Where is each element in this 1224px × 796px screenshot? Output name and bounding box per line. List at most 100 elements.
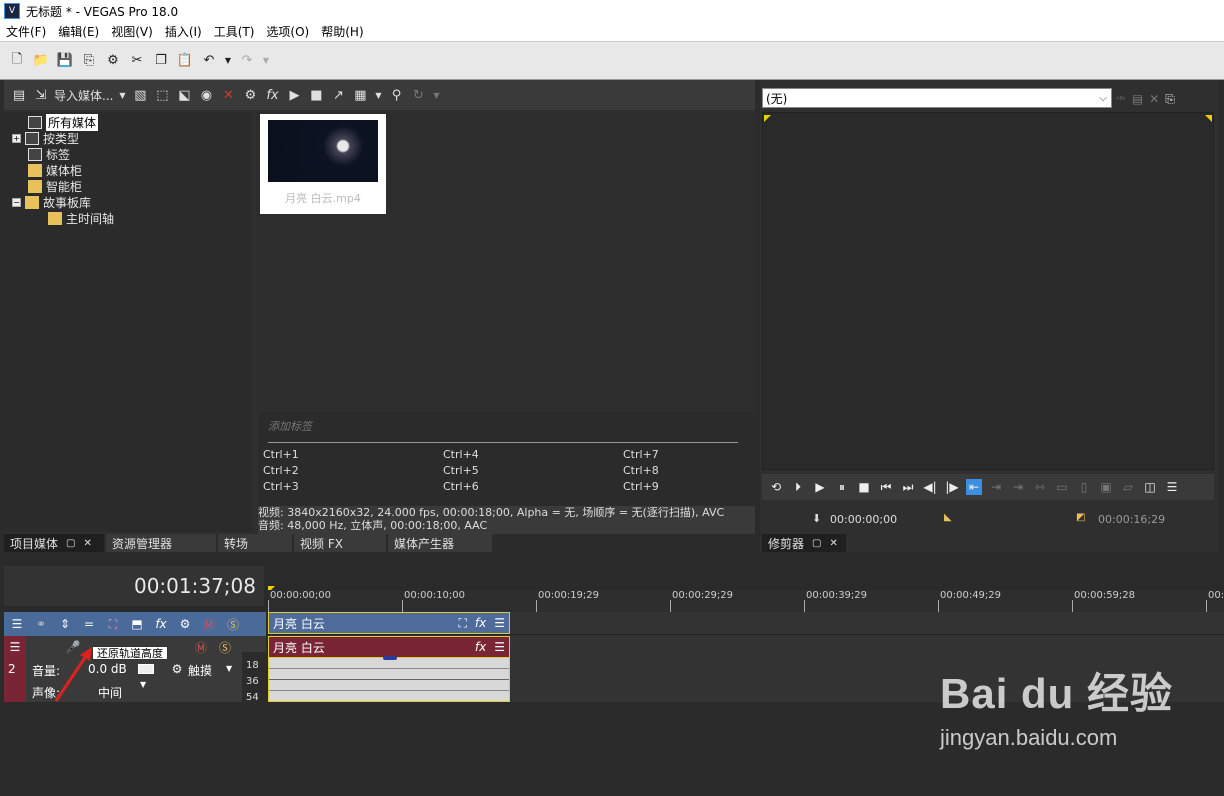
mute-icon[interactable]: Ⓜ	[200, 615, 218, 633]
automation-dropdown-icon[interactable]: ▼	[226, 664, 232, 673]
solo-icon[interactable]: Ⓢ	[216, 638, 234, 656]
volume-slider[interactable]	[138, 664, 154, 674]
cut-icon[interactable]: ✂	[128, 52, 146, 70]
track-motion-icon[interactable]: ⬒	[128, 615, 146, 633]
delete-icon[interactable]: ✕	[219, 86, 237, 104]
views-icon[interactable]: ▦	[351, 86, 369, 104]
menu-icon[interactable]: ☰	[1164, 479, 1180, 495]
track-fx-icon[interactable]: fx	[152, 615, 170, 633]
undo-dropdown-icon[interactable]: ▼	[224, 52, 232, 70]
render-icon[interactable]: ⎘	[80, 52, 98, 70]
marker-icon[interactable]: ▯	[1076, 479, 1092, 495]
tab-project-media[interactable]: 项目媒体 ▢ ✕	[4, 534, 104, 552]
audio-waveform[interactable]	[268, 656, 510, 702]
redo-icon[interactable]: ↷	[238, 52, 256, 70]
comment-icon[interactable]: ▱	[1120, 479, 1136, 495]
compositing-icon[interactable]: ⚭	[32, 615, 50, 633]
add-tag-input[interactable]: 添加标签	[268, 418, 312, 434]
next-frame-icon[interactable]: |▶	[944, 479, 960, 495]
event-fx-icon[interactable]: fx	[475, 616, 486, 631]
menu-view[interactable]: 视图(V)	[105, 23, 159, 40]
add-after-icon[interactable]: ⇥	[1010, 479, 1026, 495]
tree-item-main-timeline[interactable]: 主时间轴	[48, 210, 114, 226]
video-track-header[interactable]: ☰ ⚭ ⇕ = ⛶ ⬒ fx ⚙ Ⓜ Ⓢ	[4, 612, 266, 636]
tab-trimmer[interactable]: 修剪器 ▢ ✕	[762, 534, 852, 552]
event-menu-icon[interactable]: ☰	[494, 616, 505, 631]
fx-icon[interactable]: fx	[263, 86, 281, 104]
menu-insert[interactable]: 插入(I)	[159, 23, 208, 40]
insert-icon[interactable]: ⇥	[988, 479, 1004, 495]
time-ruler[interactable]: 00:00:00;00 00:00:10;00 00:00:19;29 00:0…	[268, 590, 1224, 612]
restore-track-height-icon[interactable]: =	[80, 615, 98, 633]
prev-frame-icon[interactable]: ◀|	[922, 479, 938, 495]
stop-icon[interactable]: ■	[307, 86, 325, 104]
disc-icon[interactable]: ◉	[197, 86, 215, 104]
play-icon[interactable]: ▶	[812, 479, 828, 495]
media-thumbnail[interactable]: 月亮 白云.mp4	[260, 114, 386, 214]
tree-item-storyboard[interactable]: − 故事板库	[12, 194, 91, 210]
play-from-start-icon[interactable]: ⏵	[790, 479, 806, 495]
region-icon[interactable]: ▭	[1054, 479, 1070, 495]
gear-icon[interactable]: ⚙	[104, 52, 122, 70]
audio-event[interactable]: 月亮 白云 fx ☰	[268, 636, 510, 658]
close-icon[interactable]: ✕	[829, 538, 837, 549]
automation-gear-icon[interactable]: ⚙	[168, 660, 186, 678]
track-gear-icon[interactable]: ⚙	[176, 615, 194, 633]
tab-explorer[interactable]: 资源管理器	[106, 534, 216, 552]
save-icon[interactable]: 💾	[56, 52, 74, 70]
menu-help[interactable]: 帮助(H)	[315, 23, 369, 40]
paste-icon[interactable]: 📋	[176, 52, 194, 70]
automation-mode[interactable]: 触摸	[188, 662, 212, 679]
list-icon[interactable]: ▤	[1132, 92, 1143, 106]
pause-icon[interactable]: ⏸	[834, 479, 850, 495]
trimmer-media-select[interactable]: (无) ⌵	[762, 88, 1112, 108]
go-to-end-icon[interactable]: ⏭	[900, 479, 916, 495]
import-media-button[interactable]: 导入媒体...	[54, 87, 113, 104]
tree-item-by-type[interactable]: + 按类型	[12, 130, 79, 146]
tree-item-tags[interactable]: 标签	[28, 146, 70, 162]
tab-video-fx[interactable]: 视频 FX	[294, 534, 386, 552]
event-menu-icon[interactable]: ☰	[494, 640, 505, 654]
import-media-icon[interactable]: ⇲	[32, 86, 50, 104]
event-crop-icon[interactable]: ⛶	[459, 616, 467, 631]
clear-icon[interactable]: ✕	[1149, 92, 1159, 106]
tab-transitions[interactable]: 转场	[218, 534, 292, 552]
menu-edit[interactable]: 编辑(E)	[52, 23, 105, 40]
track-menu-icon[interactable]: ☰	[8, 615, 26, 633]
tree-item-media-bin[interactable]: 媒体柜	[28, 162, 82, 178]
menu-options[interactable]: 选项(O)	[260, 23, 315, 40]
web-icon[interactable]: ⬕	[175, 86, 193, 104]
play-icon[interactable]: ▶	[285, 86, 303, 104]
undo-icon[interactable]: ↶	[200, 52, 218, 70]
redo-dropdown-icon[interactable]: ▼	[262, 52, 270, 70]
stop-icon[interactable]: ■	[856, 479, 872, 495]
new-file-icon[interactable]: 🗋	[8, 52, 26, 70]
refresh-dropdown-icon[interactable]: ▼	[431, 86, 441, 104]
views-dropdown-icon[interactable]: ▼	[373, 86, 383, 104]
fit-icon[interactable]: ⇿	[1032, 479, 1048, 495]
split-view-icon[interactable]: ◫	[1142, 479, 1158, 495]
open-folder-icon[interactable]: 📁	[32, 52, 50, 70]
properties-gear-icon[interactable]: ⚙	[241, 86, 259, 104]
go-to-start-icon[interactable]: ⏮	[878, 479, 894, 495]
track-menu-icon[interactable]: ☰	[6, 638, 24, 656]
menu-file[interactable]: 文件(F)	[0, 23, 52, 40]
pan-crop-icon[interactable]: ⛶	[104, 615, 122, 633]
expand-icon[interactable]: +	[12, 133, 21, 143]
snapshot-icon[interactable]: ▣	[1098, 479, 1114, 495]
float-icon[interactable]: ▢	[66, 538, 75, 549]
pan-slider[interactable]: ▼	[140, 680, 146, 689]
media-view-icon[interactable]: ▤	[10, 86, 28, 104]
auto-preview-icon[interactable]: ↗	[329, 86, 347, 104]
mute-icon[interactable]: Ⓜ	[192, 638, 210, 656]
event-fx-icon[interactable]: fx	[475, 640, 486, 654]
tree-item-smart-bin[interactable]: 智能柜	[28, 178, 82, 194]
tab-media-generators[interactable]: 媒体产生器	[388, 534, 492, 552]
float-icon[interactable]: ▢	[812, 538, 821, 549]
refresh-icon[interactable]: ↻	[409, 86, 427, 104]
video-event[interactable]: 月亮 白云 ⛶ fx ☰	[268, 612, 510, 634]
solo-icon[interactable]: Ⓢ	[224, 615, 242, 633]
menu-tools[interactable]: 工具(T)	[208, 23, 261, 40]
get-media-icon[interactable]: ⬚	[153, 86, 171, 104]
abc-icon[interactable]: ᴬᴮᶜ	[1116, 95, 1126, 104]
